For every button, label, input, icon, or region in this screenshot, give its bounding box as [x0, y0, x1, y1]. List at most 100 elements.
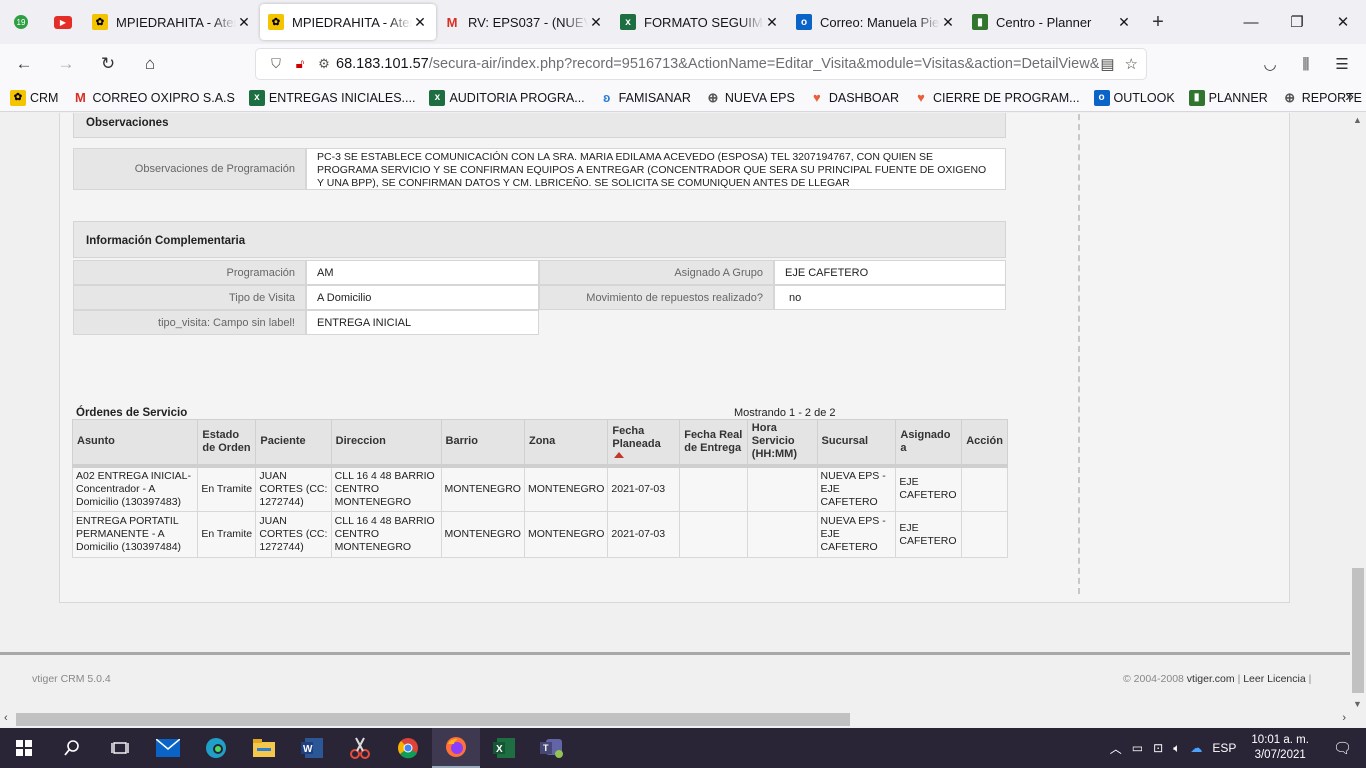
scroll-left-icon[interactable]: ‹ — [4, 712, 8, 724]
field-value-asignado-grupo: EJE CAFETERO — [774, 260, 1006, 285]
language-indicator[interactable]: ESP — [1207, 741, 1241, 755]
volume-icon[interactable]: 🔈︎ — [1168, 741, 1185, 756]
clock[interactable]: 10:01 a. m. 3/07/2021 — [1241, 733, 1319, 763]
chrome-icon[interactable] — [384, 728, 432, 768]
shield-icon[interactable]: ⛉ — [264, 56, 288, 72]
library-icon[interactable]: ⫼ — [1288, 56, 1324, 73]
bookmark-dashboar[interactable]: ♥ DASHBOAR — [809, 90, 899, 106]
tab-mpiedrahita-2[interactable]: ✿ MPIEDRAHITA - Atención ✕ — [260, 4, 436, 40]
cell-barrio: MONTENEGRO — [440, 465, 525, 512]
firefox-icon[interactable] — [432, 728, 480, 768]
bookmark-label: OUTLOOK — [1113, 90, 1175, 105]
bookmark-correo-oxipro[interactable]: M CORREO OXIPRO S.A.S — [72, 90, 235, 106]
new-tab-button[interactable]: + — [1140, 11, 1176, 34]
bookmark-nueva-eps[interactable]: ⊕ NUEVA EPS — [705, 90, 795, 106]
notifications-icon[interactable]: 🗨︎ — [1319, 739, 1366, 757]
close-window-icon[interactable]: ✕ — [1320, 0, 1366, 44]
network-icon[interactable]: ⊡ — [1148, 741, 1168, 755]
scroll-thumb[interactable] — [16, 713, 850, 726]
col-asunto[interactable]: Asunto — [71, 419, 199, 468]
bookmark-cierre[interactable]: ♥ CIERRE DE PROGRAM... — [913, 90, 1079, 106]
clock-date: 3/07/2021 — [1254, 749, 1306, 761]
license-link[interactable]: Leer Licencia — [1243, 673, 1305, 685]
bookmark-crm[interactable]: ✿ CRM — [10, 89, 58, 106]
pocket-icon[interactable]: ◡ — [1252, 55, 1288, 73]
insecure-lock-icon[interactable]: 🔓︎ — [288, 56, 312, 72]
scroll-up-icon[interactable]: ▲ — [1353, 115, 1362, 125]
field-value-tipo-visita: A Domicilio — [306, 285, 539, 310]
field-label-programacion: Programación — [73, 260, 306, 285]
col-hora-servicio[interactable]: Hora Servicio (HH:MM) — [746, 419, 818, 468]
outlook-icon: o — [796, 14, 812, 30]
teams-icon[interactable]: T — [528, 728, 576, 768]
tab-correo[interactable]: o Correo: Manuela Piedrahita ✕ — [788, 4, 964, 40]
horizontal-scrollbar[interactable]: ‹ › — [0, 711, 1350, 728]
col-barrio[interactable]: Barrio — [440, 419, 525, 468]
battery-icon[interactable]: ▭ — [1127, 741, 1148, 755]
edge-icon[interactable] — [192, 728, 240, 768]
col-paciente[interactable]: Paciente — [255, 419, 332, 468]
scroll-thumb[interactable] — [1352, 568, 1364, 693]
tab-centro-planner[interactable]: ▮ Centro - Planner ✕ — [964, 4, 1140, 40]
close-icon[interactable]: ✕ — [236, 14, 252, 31]
cell-asunto[interactable]: ENTREGA PORTATIL PERMANENTE - A Domicili… — [71, 511, 199, 558]
chevron-more-icon[interactable]: » — [1345, 88, 1354, 106]
home-icon[interactable]: ⌂ — [132, 48, 168, 80]
bookmark-label: ENTREGAS INICIALES.... — [268, 90, 416, 105]
bookmark-entregas-iniciales[interactable]: x ENTREGAS INICIALES.... — [248, 89, 416, 106]
close-icon[interactable]: ✕ — [1116, 14, 1132, 31]
bookmark-planner[interactable]: ▮ PLANNER — [1188, 89, 1268, 106]
planner-icon: ▮ — [1188, 89, 1205, 106]
vtiger-link[interactable]: vtiger.com — [1187, 673, 1235, 685]
svg-text:T: T — [543, 743, 549, 753]
tab-mpiedrahita-1[interactable]: ✿ MPIEDRAHITA - Atención ✕ — [84, 4, 260, 40]
col-estado[interactable]: Estado de Orden — [197, 419, 257, 468]
windows-start-icon[interactable] — [0, 728, 48, 768]
window-controls: — ❐ ✕ — [1228, 0, 1366, 44]
search-icon[interactable] — [48, 728, 96, 768]
scroll-right-icon[interactable]: › — [1342, 712, 1346, 724]
permissions-icon[interactable]: ⚙ — [312, 56, 336, 72]
close-icon[interactable]: ✕ — [588, 14, 604, 31]
forward-arrow-icon[interactable]: → — [48, 48, 84, 80]
reader-view-icon[interactable]: ▤ — [1100, 55, 1114, 73]
col-sucursal[interactable]: Sucursal — [816, 419, 897, 468]
restore-icon[interactable]: ❐ — [1274, 0, 1320, 44]
url-bar[interactable]: ⛉ 🔓︎ ⚙ 68.183.101.57 /secura-air/index.p… — [256, 49, 1146, 79]
bookmark-star-icon[interactable]: ☆ — [1125, 55, 1138, 73]
vertical-scrollbar[interactable]: ▲ ▼ — [1350, 113, 1366, 711]
close-icon[interactable]: ✕ — [764, 14, 780, 31]
word-icon[interactable]: W — [288, 728, 336, 768]
close-icon[interactable]: ✕ — [412, 14, 428, 31]
col-asignado[interactable]: Asignado a — [895, 419, 963, 468]
col-fecha-planeada[interactable]: Fecha Planeada — [607, 419, 681, 468]
tab-formato-seguimiento[interactable]: x FORMATO SEGUIMIENTO ✕ — [612, 4, 788, 40]
reload-icon[interactable]: ↻ — [90, 48, 126, 80]
youtube-tab-icon[interactable]: ▶ — [42, 0, 84, 44]
back-arrow-icon[interactable]: ← — [6, 48, 42, 80]
tab-rv-eps037[interactable]: M RV: EPS037 - (NUEVA EPS ✕ — [436, 4, 612, 40]
col-zona[interactable]: Zona — [523, 419, 609, 468]
snipping-tool-icon[interactable] — [336, 728, 384, 768]
bookmark-auditoria[interactable]: x AUDITORIA PROGRA... — [429, 89, 585, 106]
scroll-down-icon[interactable]: ▼ — [1353, 699, 1362, 709]
file-explorer-icon[interactable] — [240, 728, 288, 768]
menu-icon[interactable]: ☰ — [1324, 55, 1360, 73]
bookmark-outlook[interactable]: o OUTLOOK — [1093, 89, 1175, 106]
navigation-bar: ← → ↻ ⌂ ⛉ 🔓︎ ⚙ 68.183.101.57 /secura-air… — [0, 44, 1366, 84]
col-fecha-real[interactable]: Fecha Real de Entrega — [679, 419, 748, 468]
onedrive-icon[interactable]: ☁ — [1185, 741, 1207, 755]
bookmark-famisanar[interactable]: ʚ FAMISANAR — [599, 90, 691, 106]
col-direccion[interactable]: Direccion — [330, 419, 442, 468]
chevron-up-icon[interactable]: ︿ — [1105, 740, 1127, 757]
minimize-icon[interactable]: — — [1228, 0, 1274, 44]
task-view-icon[interactable] — [96, 728, 144, 768]
notification-badge-icon[interactable]: 19 — [0, 0, 42, 44]
footer-divider — [0, 652, 1350, 655]
cell-asunto[interactable]: A02 ENTREGA INICIAL- Concentrador - A Do… — [71, 465, 199, 512]
bookmark-icon: ♥ — [917, 90, 925, 105]
mail-app-icon[interactable] — [144, 728, 192, 768]
close-icon[interactable]: ✕ — [940, 14, 956, 31]
bookmark-label: NUEVA EPS — [724, 90, 795, 105]
excel-taskbar-icon[interactable]: X — [480, 728, 528, 768]
